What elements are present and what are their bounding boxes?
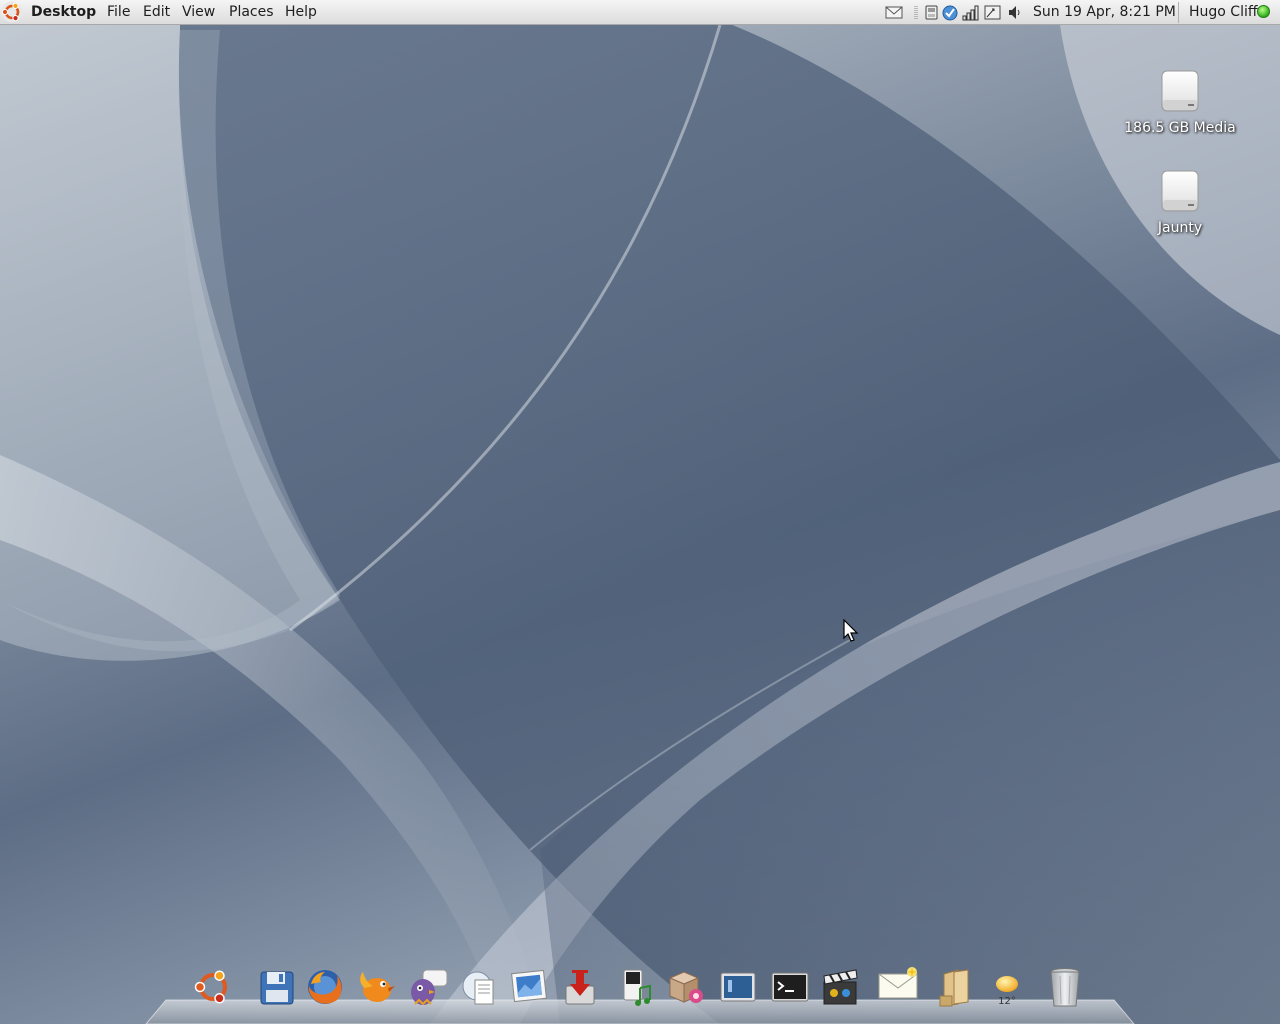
ubuntu-logo-icon[interactable] bbox=[1, 1, 23, 23]
desktop-icon-media[interactable]: 186.5 GB Media bbox=[1120, 70, 1240, 136]
pidgin-icon bbox=[411, 969, 448, 1006]
menu-view[interactable]: View bbox=[182, 3, 215, 21]
mouse-cursor-icon bbox=[843, 619, 859, 642]
dock-item-pidgin[interactable] bbox=[405, 966, 449, 1008]
drive-icon bbox=[1161, 70, 1199, 112]
user-status-icon[interactable] bbox=[1257, 5, 1270, 18]
ubuntu-logo-icon bbox=[194, 970, 227, 1004]
terminal-icon bbox=[771, 972, 809, 1002]
desktop-icon-label: Jaunty bbox=[1157, 220, 1203, 236]
network-signal-icon[interactable] bbox=[961, 4, 979, 21]
desktop-icon-label: 186.5 GB Media bbox=[1124, 120, 1236, 136]
dock-item-image-viewer[interactable] bbox=[507, 966, 551, 1008]
dock-item-download[interactable] bbox=[558, 966, 602, 1008]
new-mail-icon bbox=[878, 967, 918, 999]
files-icon bbox=[939, 969, 969, 1007]
keyboard-icon[interactable] bbox=[923, 4, 941, 21]
wallpaper bbox=[0, 20, 1280, 1024]
update-icon[interactable] bbox=[941, 4, 959, 21]
dock-item-bird[interactable] bbox=[355, 966, 399, 1008]
weather-temperature: 12° bbox=[998, 996, 1016, 1007]
save-icon bbox=[260, 971, 294, 1005]
movie-clapper-icon bbox=[823, 969, 858, 1005]
dock-item-documents[interactable] bbox=[457, 966, 501, 1008]
dock-item-screen[interactable] bbox=[716, 966, 760, 1008]
user-name[interactable]: Hugo Cliff bbox=[1189, 3, 1258, 21]
dock-item-trash[interactable] bbox=[1043, 966, 1087, 1008]
active-app-title[interactable]: Desktop bbox=[31, 3, 96, 21]
menu-places[interactable]: Places bbox=[229, 3, 274, 21]
dock-item-new-mail[interactable] bbox=[876, 966, 920, 1008]
desktop[interactable]: Desktop File Edit View Places Help Sun 1… bbox=[0, 0, 1280, 1024]
menu-file[interactable]: File bbox=[107, 3, 130, 21]
dock-item-firefox[interactable] bbox=[303, 966, 347, 1008]
software-package-icon bbox=[668, 971, 703, 1003]
music-player-icon bbox=[623, 969, 651, 1006]
documents-icon bbox=[462, 971, 494, 1005]
trash-icon bbox=[1050, 968, 1080, 1007]
desktop-icon-jaunty[interactable]: Jaunty bbox=[1120, 170, 1240, 236]
menu-edit[interactable]: Edit bbox=[143, 3, 170, 21]
panel-handle-icon[interactable] bbox=[913, 4, 919, 21]
dock-item-terminal[interactable] bbox=[768, 966, 812, 1008]
top-panel: Desktop File Edit View Places Help Sun 1… bbox=[0, 0, 1280, 25]
bird-icon bbox=[360, 972, 395, 1002]
drive-icon bbox=[1161, 170, 1199, 212]
mail-icon[interactable] bbox=[885, 4, 903, 21]
dock-item-movie[interactable] bbox=[818, 966, 862, 1008]
clock[interactable]: Sun 19 Apr, 8:21 PM bbox=[1033, 3, 1176, 21]
dock-item-files[interactable] bbox=[934, 966, 978, 1008]
dock-item-ubuntu[interactable] bbox=[191, 966, 235, 1008]
dock-item-software-package[interactable] bbox=[664, 966, 708, 1008]
image-viewer-icon bbox=[511, 969, 547, 1003]
screen-icon bbox=[720, 972, 756, 1002]
menu-help[interactable]: Help bbox=[285, 3, 317, 21]
volume-icon[interactable] bbox=[1006, 4, 1024, 21]
panel-separator bbox=[1178, 2, 1179, 23]
dock-item-save[interactable] bbox=[255, 966, 299, 1008]
firefox-icon bbox=[308, 970, 342, 1004]
dock-item-music-player[interactable] bbox=[614, 966, 658, 1008]
network-manager-icon[interactable] bbox=[984, 4, 1002, 21]
download-icon bbox=[565, 970, 595, 1005]
